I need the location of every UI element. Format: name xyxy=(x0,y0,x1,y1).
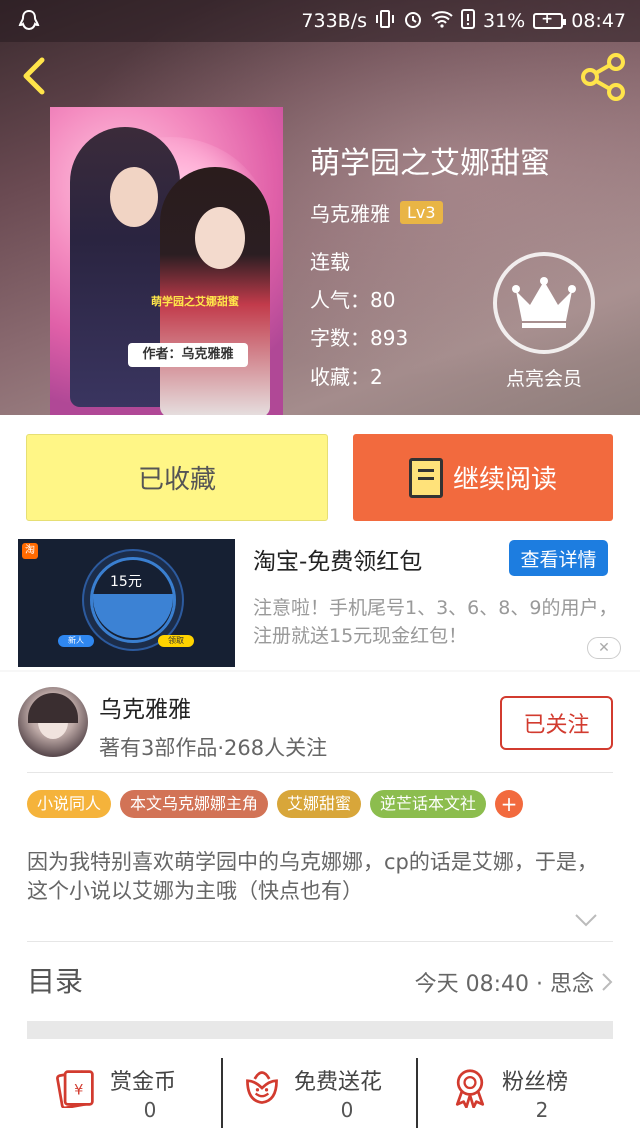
tag[interactable]: 小说同人 xyxy=(27,790,112,818)
chevron-down-icon xyxy=(575,914,597,927)
expand-synopsis-button[interactable] xyxy=(574,912,598,928)
send-flower-button[interactable]: 免费送花 0 xyxy=(242,1058,412,1128)
flower-icon xyxy=(246,1071,278,1104)
continue-reading-button[interactable]: 继续阅读 xyxy=(353,434,613,521)
author-level-badge: Lv3 xyxy=(400,201,443,224)
share-icon xyxy=(581,53,625,101)
fan-ranking-label: 粉丝榜 xyxy=(502,1070,569,1095)
divider xyxy=(416,1058,418,1128)
book-favorites: 收藏：2 xyxy=(310,365,383,389)
svg-text:¥: ¥ xyxy=(74,1082,83,1098)
ad-image-btn-new: 新人 xyxy=(58,635,94,647)
cover-figure-girl xyxy=(160,167,270,415)
cover-face xyxy=(195,207,245,269)
divider xyxy=(27,941,613,942)
continue-reading-label: 继续阅读 xyxy=(452,465,557,495)
divider xyxy=(27,772,613,773)
book-title: 萌学园之艾娜甜蜜 xyxy=(310,146,550,181)
book-status: 连载 xyxy=(310,250,350,274)
divider xyxy=(221,1058,223,1128)
ad-description: 注意啦！手机尾号1、3、6、8、9的用户，注册就送15元现金红包！ xyxy=(253,597,618,647)
back-button[interactable] xyxy=(14,54,58,98)
reward-coins-label: 赏金币 xyxy=(110,1070,177,1095)
synopsis: 因为我特别喜欢萌学园中的乌克娜娜，cp的话是艾娜，于是，这个小说以艾娜为主哦（快… xyxy=(27,850,598,903)
reward-coins-button[interactable]: ¥ 赏金币 0 xyxy=(56,1058,206,1128)
chevron-left-icon xyxy=(23,57,45,95)
ad-details-button[interactable]: 查看详情 xyxy=(509,540,608,576)
ad-image[interactable]: 淘 15元 新人 领取 xyxy=(18,539,235,667)
toc-label[interactable]: 目录 xyxy=(27,960,83,1000)
battery-icon: + xyxy=(533,11,567,29)
tag[interactable]: 本文乌克娜娜主角 xyxy=(120,790,269,818)
medal-icon xyxy=(455,1069,485,1108)
book-word-count: 字数：893 xyxy=(310,326,409,350)
cover-face xyxy=(110,167,158,227)
cover-author: 作者：乌克雅雅 xyxy=(128,343,248,367)
author-card-stats: 著有3部作品·268人关注 xyxy=(99,736,328,760)
battery-percent: 31% xyxy=(483,10,526,32)
book-icon xyxy=(408,457,443,498)
status-bar: 733B/s 31% + 08:47 xyxy=(0,0,640,42)
sim-alert-icon xyxy=(461,8,475,34)
ad-amount: 15元 xyxy=(110,574,142,590)
avatar[interactable] xyxy=(18,687,88,757)
book-popularity: 人气：80 xyxy=(310,288,396,312)
alarm-icon xyxy=(403,9,423,34)
crown-icon xyxy=(512,277,576,328)
favorited-label: 已收藏 xyxy=(137,465,216,495)
network-speed: 733B/s xyxy=(301,10,367,32)
ad-close-button[interactable]: ✕ xyxy=(587,637,621,659)
section-separator xyxy=(27,1021,613,1039)
send-flower-label: 免费送花 xyxy=(294,1070,383,1095)
book-author[interactable]: 乌克雅雅 xyxy=(310,198,390,227)
wifi-icon xyxy=(431,10,453,33)
tag[interactable]: 艾娜甜蜜 xyxy=(277,790,362,818)
vip-button[interactable] xyxy=(493,252,595,354)
reward-coins-count: 0 xyxy=(143,1098,157,1122)
taobao-logo: 淘 xyxy=(22,543,38,559)
fan-ranking-count: 2 xyxy=(535,1098,549,1122)
follow-button[interactable]: 已关注 xyxy=(500,696,613,750)
tag[interactable]: 逆芒话本文社 xyxy=(370,790,487,818)
ad-image-btn-claim: 领取 xyxy=(158,635,194,647)
share-button[interactable] xyxy=(578,52,628,102)
favorited-button[interactable]: 已收藏 xyxy=(26,434,328,521)
add-tag-button[interactable]: + xyxy=(495,790,524,818)
author-card-name[interactable]: 乌克雅雅 xyxy=(99,690,191,724)
vibrate-icon xyxy=(375,9,395,34)
latest-chapter-text: 今天 08:40 · 思念 xyxy=(414,972,594,997)
book-cover[interactable]: 萌学园之艾娜甜蜜 作者：乌克雅雅 xyxy=(50,107,283,415)
notification-icon xyxy=(18,9,40,38)
send-flower-count: 0 xyxy=(340,1098,354,1122)
vip-label: 点亮会员 xyxy=(505,368,582,390)
tag-list: 小说同人 本文乌克娜娜主角 艾娜甜蜜 逆芒话本文社 + xyxy=(27,790,524,818)
latest-chapter-link[interactable]: 今天 08:40 · 思念 xyxy=(415,966,614,998)
close-icon: ✕ xyxy=(598,640,610,656)
fan-ranking-button[interactable]: 粉丝榜 2 xyxy=(450,1058,600,1128)
chevron-right-icon xyxy=(602,973,613,991)
cover-caption: 萌学园之艾娜甜蜜 xyxy=(151,295,239,308)
ad-title[interactable]: 淘宝-免费领红包 xyxy=(253,542,422,576)
red-envelope-icon: ¥ xyxy=(56,1070,94,1108)
clock: 08:47 xyxy=(571,10,626,32)
